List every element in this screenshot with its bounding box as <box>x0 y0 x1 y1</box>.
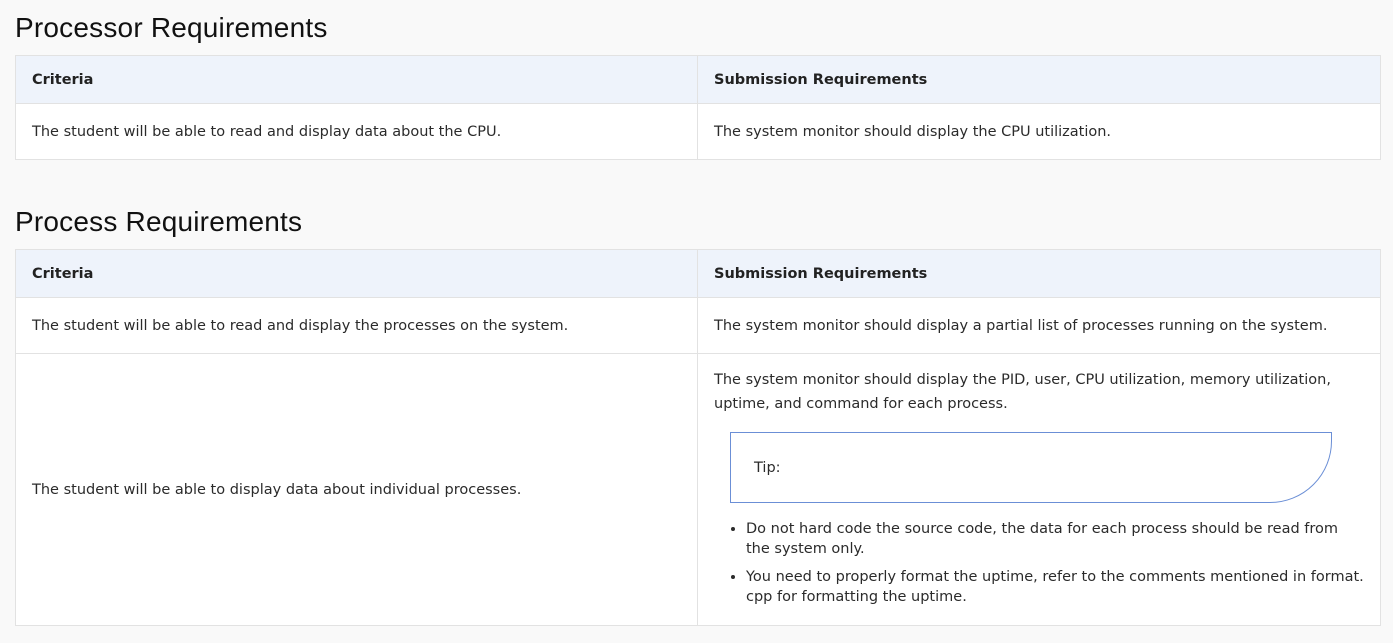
list-item: You need to properly format the uptime, … <box>746 567 1364 607</box>
column-header-submission: Submission Requirements <box>697 55 1381 104</box>
criteria-cell: The student will be able to read and dis… <box>15 103 698 160</box>
submission-cell: The system monitor should display a part… <box>697 297 1381 354</box>
submission-cell: The system monitor should display the PI… <box>697 353 1381 626</box>
column-header-criteria: Criteria <box>15 55 698 104</box>
criteria-cell: The student will be able to display data… <box>15 353 698 626</box>
tip-callout: Tip: <box>730 432 1332 503</box>
processor-requirements-table: Criteria Submission Requirements The stu… <box>15 55 1381 160</box>
column-header-criteria: Criteria <box>15 249 698 298</box>
tip-bullet-list: Do not hard code the source code, the da… <box>714 519 1364 607</box>
table-header-row: Criteria Submission Requirements <box>15 55 1381 104</box>
section-title-processor: Processor Requirements <box>15 12 328 43</box>
table-row: The student will be able to display data… <box>15 353 1381 626</box>
table-header-row: Criteria Submission Requirements <box>15 249 1381 298</box>
submission-text: The system monitor should display the PI… <box>714 372 1331 412</box>
process-requirements-table: Criteria Submission Requirements The stu… <box>15 249 1381 626</box>
table-row: The student will be able to read and dis… <box>15 103 1381 160</box>
column-header-submission: Submission Requirements <box>697 249 1381 298</box>
submission-cell: The system monitor should display the CP… <box>697 103 1381 160</box>
tip-label: Tip: <box>754 459 781 476</box>
table-row: The student will be able to read and dis… <box>15 297 1381 354</box>
rubric-page: Processor Requirements Criteria Submissi… <box>0 0 1393 643</box>
list-item: Do not hard code the source code, the da… <box>746 519 1364 559</box>
section-title-process: Process Requirements <box>15 206 303 237</box>
criteria-cell: The student will be able to read and dis… <box>15 297 698 354</box>
